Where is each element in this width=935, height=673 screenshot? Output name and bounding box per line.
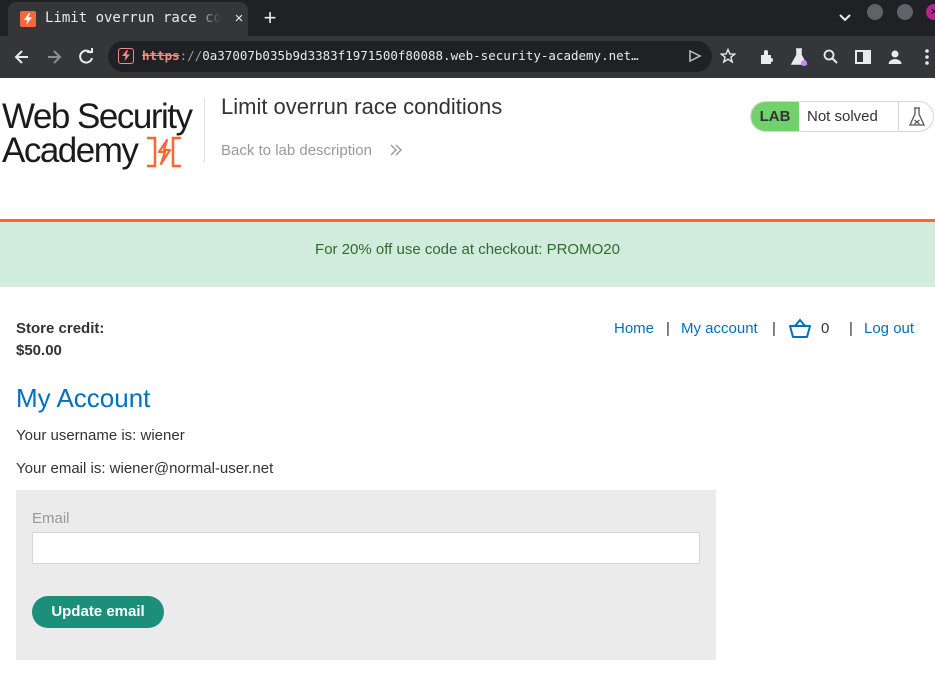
- browser-tab-strip: Limit overrun race conditions × + ×: [0, 0, 935, 36]
- email-field[interactable]: [32, 532, 700, 564]
- labs-flask-icon[interactable]: [789, 47, 809, 67]
- profile-icon[interactable]: [885, 47, 905, 67]
- close-icon[interactable]: ×: [230, 10, 248, 28]
- url-host: 0a37007b035b9d3383f1971500f80088.web-sec…: [202, 48, 639, 63]
- nav-separator: |: [772, 320, 776, 337]
- url-text[interactable]: https://0a37007b035b9d3383f1971500f80088…: [142, 48, 672, 66]
- url-scheme: https: [142, 48, 180, 63]
- reload-icon[interactable]: [76, 47, 96, 67]
- side-panel-icon[interactable]: [853, 47, 873, 67]
- cart-basket-icon[interactable]: [788, 318, 812, 340]
- browser-toolbar: https://0a37007b035b9d3383f1971500f80088…: [0, 36, 935, 78]
- lab-status-text: Not solved: [807, 108, 878, 125]
- promo-text: For 20% off use code at checkout: PROMO2…: [315, 241, 620, 258]
- logo-bolt-icon: [145, 134, 183, 170]
- forward-icon[interactable]: [44, 47, 64, 67]
- store-credit: Store credit: $50.00: [16, 318, 104, 362]
- nav-log-out-link[interactable]: Log out: [864, 318, 914, 340]
- lab-status-widget: LAB Not solved: [750, 101, 934, 132]
- not-secure-icon[interactable]: [118, 48, 134, 64]
- lab-badge: LAB: [751, 102, 799, 131]
- email-line: Your email is: wiener@normal-user.net: [16, 460, 274, 477]
- star-icon[interactable]: [719, 47, 737, 69]
- back-icon[interactable]: [12, 47, 32, 67]
- window-close-button[interactable]: ×: [926, 4, 935, 20]
- cart-count[interactable]: 0: [821, 318, 829, 340]
- back-to-lab-description-link[interactable]: Back to lab description: [221, 142, 372, 159]
- logo-line-2: Academy: [2, 131, 139, 170]
- update-email-button[interactable]: Update email: [32, 596, 164, 628]
- username-line: Your username is: wiener: [16, 427, 185, 444]
- double-chevron-right-icon[interactable]: [389, 142, 403, 158]
- email-field-label: Email: [32, 510, 70, 527]
- web-security-academy-logo[interactable]: Web Security Academy: [2, 98, 202, 170]
- nav-home-link[interactable]: Home: [614, 318, 654, 340]
- lab-title: Limit overrun race conditions: [221, 94, 503, 119]
- promo-banner: For 20% off use code at checkout: PROMO2…: [0, 222, 935, 287]
- search-icon[interactable]: [821, 47, 841, 67]
- new-tab-button[interactable]: +: [259, 7, 281, 29]
- tab-title: Limit overrun race conditions: [45, 10, 221, 28]
- store-credit-label: Store credit:: [16, 320, 105, 337]
- my-account-heading: My Account: [16, 383, 151, 413]
- extensions-icon[interactable]: [757, 47, 777, 67]
- header-divider: [204, 98, 205, 162]
- store-credit-value: $50.00: [16, 342, 62, 359]
- web-page: Web Security Academy Limit overrun race …: [0, 78, 935, 673]
- address-bar[interactable]: https://0a37007b035b9d3383f1971500f80088…: [108, 41, 737, 72]
- favicon-bolt-icon: [20, 11, 36, 27]
- nav-separator: |: [849, 320, 853, 337]
- maximize-button[interactable]: [897, 4, 913, 20]
- minimize-button[interactable]: [867, 4, 883, 20]
- nav-my-account-link[interactable]: My account: [681, 318, 758, 340]
- nav-separator: |: [666, 320, 670, 337]
- chevron-down-icon[interactable]: [836, 8, 854, 26]
- browser-tab[interactable]: Limit overrun race conditions ×: [8, 2, 248, 36]
- url-separator: ://: [179, 48, 203, 63]
- kebab-menu-icon[interactable]: [917, 47, 935, 67]
- flask-icon: [898, 102, 933, 131]
- update-email-form: Email Update email: [16, 490, 716, 660]
- send-icon[interactable]: [688, 49, 702, 68]
